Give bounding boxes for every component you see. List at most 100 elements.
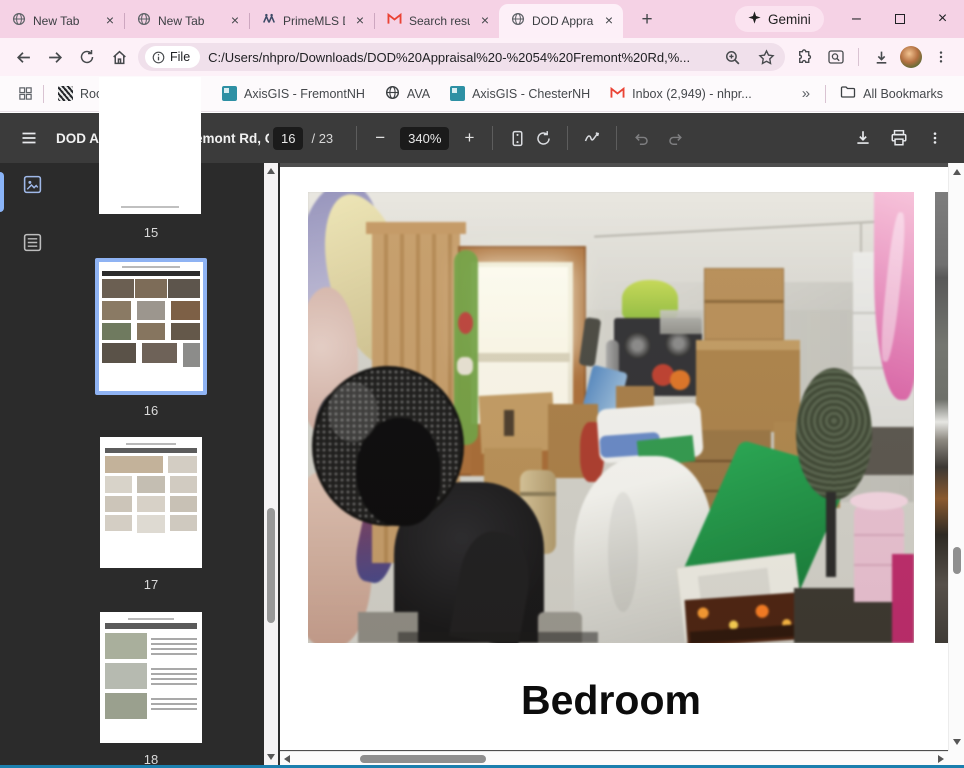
bookmark-star-icon[interactable] bbox=[753, 44, 779, 70]
bookmarks-divider bbox=[43, 85, 44, 103]
browser-menu-icon[interactable] bbox=[928, 44, 954, 70]
thumb-photo bbox=[137, 323, 166, 340]
rotate-button[interactable] bbox=[530, 125, 556, 151]
photo-shape bbox=[476, 267, 568, 353]
bookmarks-overflow-button[interactable]: » bbox=[792, 85, 820, 102]
scroll-left-arrow[interactable] bbox=[284, 755, 290, 763]
outline-view-button[interactable] bbox=[20, 230, 44, 254]
thumbnail-page-16-selected[interactable] bbox=[95, 258, 207, 395]
tab-close-icon[interactable]: × bbox=[227, 13, 243, 29]
apps-grid-icon[interactable] bbox=[12, 81, 38, 107]
close-button[interactable]: × bbox=[921, 0, 964, 38]
info-icon bbox=[152, 51, 165, 64]
forward-button[interactable] bbox=[42, 44, 68, 70]
home-button[interactable] bbox=[106, 44, 132, 70]
sidebar-scrollbar-thumb[interactable] bbox=[267, 508, 275, 623]
zoom-page-icon[interactable] bbox=[719, 44, 745, 70]
thumb-text-lines bbox=[151, 693, 197, 719]
primemls-icon bbox=[262, 12, 276, 31]
url-text[interactable]: C:/Users/nhpro/Downloads/DOD%20Appraisal… bbox=[208, 50, 711, 65]
thumb-photo bbox=[170, 496, 197, 512]
folder-icon bbox=[840, 85, 856, 102]
new-tab-button[interactable]: + bbox=[635, 9, 659, 31]
browser-window: New Tab × New Tab × PrimeMLS D × Search … bbox=[0, 0, 964, 768]
tab-dod-appraisal-active[interactable]: DOD Apprai × bbox=[499, 4, 623, 38]
viewer-hscrollbar-thumb[interactable] bbox=[360, 755, 486, 763]
tab-new-tab-1[interactable]: New Tab × bbox=[0, 4, 124, 38]
tab-close-icon[interactable]: × bbox=[601, 13, 617, 29]
thumbnail-page-17[interactable] bbox=[100, 437, 202, 568]
tab-gmail-search[interactable]: Search resul × bbox=[375, 4, 499, 38]
pdf-print-button[interactable] bbox=[886, 125, 912, 151]
back-button[interactable] bbox=[10, 44, 36, 70]
pdf-more-options-icon[interactable] bbox=[922, 125, 948, 151]
scroll-right-arrow[interactable] bbox=[938, 755, 944, 763]
thumb-photo-row bbox=[105, 496, 197, 512]
bookmark-gmail-inbox[interactable]: Inbox (2,949) - nhpr... bbox=[601, 81, 761, 107]
photo-shape bbox=[366, 222, 466, 234]
thumb-photo bbox=[170, 476, 197, 493]
photo-shape bbox=[696, 340, 800, 350]
downloads-icon[interactable] bbox=[868, 44, 894, 70]
file-chip-label: File bbox=[170, 50, 190, 64]
thumb-photo bbox=[170, 515, 197, 531]
zoom-level-value[interactable]: 340% bbox=[400, 127, 449, 150]
extensions-icon[interactable] bbox=[791, 44, 817, 70]
bookmark-axisgis-fremont[interactable]: AxisGIS - FremontNH bbox=[213, 81, 374, 107]
thumb-comp-row bbox=[105, 693, 197, 719]
scroll-down-arrow[interactable] bbox=[267, 754, 275, 760]
tab-primemls[interactable]: PrimeMLS D × bbox=[250, 4, 374, 38]
fit-page-button[interactable] bbox=[504, 125, 530, 151]
thumb-photo bbox=[102, 343, 136, 363]
thumb-text-lines bbox=[151, 663, 197, 689]
all-bookmarks-button[interactable]: All Bookmarks bbox=[831, 81, 952, 107]
photo-shape bbox=[398, 632, 598, 643]
globe-icon bbox=[137, 12, 151, 31]
thumbnail-page-15[interactable] bbox=[99, 77, 201, 214]
viewer-vertical-scrollbar[interactable] bbox=[948, 163, 964, 751]
thumb-photo bbox=[105, 633, 147, 659]
profile-avatar[interactable] bbox=[900, 46, 922, 68]
annotate-button[interactable] bbox=[579, 125, 605, 151]
minimize-button[interactable]: – bbox=[835, 0, 878, 38]
photo-shape bbox=[458, 312, 473, 334]
address-bar[interactable]: File C:/Users/nhpro/Downloads/DOD%20Appr… bbox=[138, 43, 785, 71]
thumb-photo-row bbox=[102, 323, 200, 340]
thumb-photo-row bbox=[105, 476, 197, 493]
window-controls: – × bbox=[835, 0, 964, 38]
tab-close-icon[interactable]: × bbox=[102, 13, 118, 29]
page-number-input[interactable]: 16 bbox=[273, 127, 303, 150]
zoom-out-button[interactable]: − bbox=[368, 126, 392, 150]
bookmark-label: AVA bbox=[407, 87, 430, 101]
sidebar-scrollbar[interactable] bbox=[264, 163, 278, 765]
scroll-down-arrow[interactable] bbox=[953, 739, 961, 745]
zoom-in-button[interactable]: + bbox=[457, 126, 481, 150]
tab-new-tab-2[interactable]: New Tab × bbox=[125, 4, 249, 38]
tab-close-icon[interactable]: × bbox=[352, 13, 368, 29]
tab-title: Search resul bbox=[409, 14, 470, 28]
photo-shape bbox=[479, 392, 556, 454]
tab-close-icon[interactable]: × bbox=[477, 13, 493, 29]
thumbnails-view-button[interactable] bbox=[20, 172, 44, 196]
thumb-photo bbox=[137, 476, 164, 493]
bookmark-ava[interactable]: AVA bbox=[376, 81, 439, 107]
viewer-scrollbar-thumb[interactable] bbox=[953, 547, 961, 574]
pdf-menu-icon[interactable] bbox=[16, 125, 42, 151]
viewer-horizontal-scrollbar[interactable] bbox=[280, 751, 948, 765]
thumb-photo bbox=[137, 301, 166, 320]
bookmark-axisgis-chester[interactable]: AxisGIS - ChesterNH bbox=[441, 81, 599, 107]
rockingham-icon bbox=[58, 86, 73, 101]
thumb-photo bbox=[135, 279, 167, 298]
thumb-comp-row bbox=[105, 633, 197, 659]
scroll-up-arrow[interactable] bbox=[953, 169, 961, 175]
pdf-toolbar-divider bbox=[492, 126, 493, 150]
bookmark-label: Inbox (2,949) - nhpr... bbox=[632, 87, 752, 101]
reload-button[interactable] bbox=[74, 44, 100, 70]
side-panel-search-icon[interactable] bbox=[823, 44, 849, 70]
maximize-button[interactable] bbox=[878, 0, 921, 38]
gemini-button[interactable]: Gemini bbox=[735, 6, 824, 32]
scroll-up-arrow[interactable] bbox=[267, 168, 275, 174]
thumbnail-page-18[interactable] bbox=[100, 612, 202, 743]
pdf-download-button[interactable] bbox=[850, 125, 876, 151]
file-chip[interactable]: File bbox=[145, 46, 200, 68]
